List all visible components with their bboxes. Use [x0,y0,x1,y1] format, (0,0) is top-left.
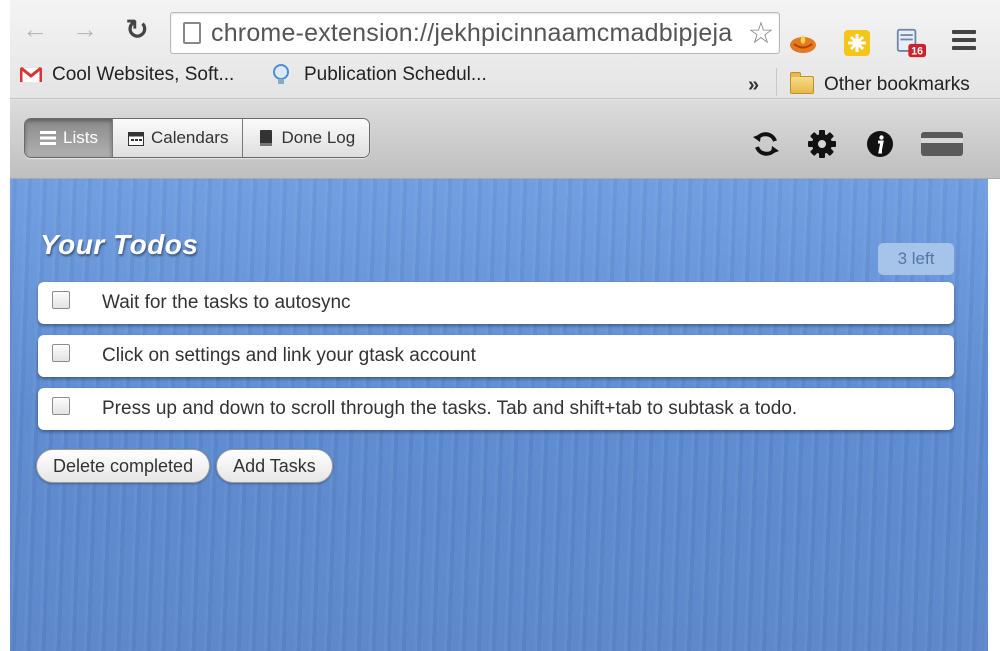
other-bookmarks-label: Other bookmarks [824,74,970,95]
lightbulb-icon [272,64,290,86]
todo-actions: Delete completed Add Tasks [36,449,333,483]
todo-item[interactable]: Press up and down to scroll through the … [38,388,954,430]
bookmark-label: Publication Schedul... [304,64,487,85]
tab-lists[interactable]: Lists [25,119,113,157]
todo-text[interactable]: Wait for the tasks to autosync [102,292,351,314]
app-toolbar: Lists Calendars Done Log [10,100,1000,179]
chrome-menu-icon[interactable] [952,30,976,54]
other-bookmarks-folder[interactable]: Other bookmarks [790,72,970,96]
tab-done-log[interactable]: Done Log [243,119,370,157]
spark-icon [844,30,870,56]
todo-item[interactable]: Click on settings and link your gtask ac… [38,335,954,377]
bookmark-star-icon[interactable]: ☆ [743,16,779,51]
calendar-badge-icon: 16 [896,28,926,57]
reload-icon: ↻ [125,13,149,45]
url-text[interactable]: chrome-extension://jekhpicinnaamcmadbipj… [211,19,743,48]
tab-label: Done Log [281,128,356,147]
todo-text[interactable]: Click on settings and link your gtask ac… [102,345,476,367]
bookmark-separator [776,68,777,96]
tab-label: Lists [63,128,98,147]
todo-item[interactable]: Wait for the tasks to autosync [38,282,954,324]
bookmarks-bar: Cool Websites, Soft... Publication Sched… [10,60,1000,99]
browser-chrome: ← → ↻ chrome-extension://jekhpicinnaamcm… [10,0,1000,100]
todo-checkbox[interactable] [52,291,70,309]
bookmark-item[interactable]: Cool Websites, Soft... [19,64,235,86]
fire-badge-icon [790,35,816,53]
sync-icon[interactable] [750,128,782,160]
tab-calendars[interactable]: Calendars [112,119,244,157]
add-tasks-button[interactable]: Add Tasks [216,449,333,483]
back-button[interactable]: ← [20,14,50,44]
book-icon [257,130,275,146]
back-arrow-icon: ← [22,13,48,44]
tab-label: Calendars [150,128,229,147]
gmail-icon [19,66,43,84]
more-bookmarks-button[interactable]: » [748,74,759,97]
page-icon [183,22,201,44]
info-icon[interactable] [864,128,896,160]
address-bar[interactable]: chrome-extension://jekhpicinnaamcmadbipj… [170,12,780,54]
extension-fire-icon[interactable] [788,28,818,58]
delete-completed-button[interactable]: Delete completed [36,449,211,483]
extension-spark-icon[interactable] [842,28,872,58]
bookmark-label: Cool Websites, Soft... [52,64,235,85]
forward-arrow-icon: → [72,13,98,44]
extension-badge-count: 16 [911,45,923,57]
reload-button[interactable]: ↻ [122,13,152,45]
todo-checkbox[interactable] [52,344,70,362]
todo-panel: Your Todos 3 left Wait for the tasks to … [10,179,988,651]
todo-checkbox[interactable] [52,397,70,415]
bookmark-item[interactable]: Publication Schedul... [272,64,487,86]
folder-icon [790,72,814,94]
list-icon [39,130,57,146]
todo-list: Wait for the tasks to autosync Click on … [38,282,954,441]
calendar-icon [127,130,145,146]
view-tabs: Lists Calendars Done Log [24,118,371,158]
gear-icon[interactable] [806,128,838,160]
todo-text[interactable]: Press up and down to scroll through the … [102,398,797,420]
extension-calendar-icon[interactable]: 16 [896,28,926,58]
card-icon[interactable] [920,128,964,160]
forward-button[interactable]: → [70,14,100,44]
page-title: Your Todos [40,229,199,260]
remaining-count-badge: 3 left [878,243,954,275]
